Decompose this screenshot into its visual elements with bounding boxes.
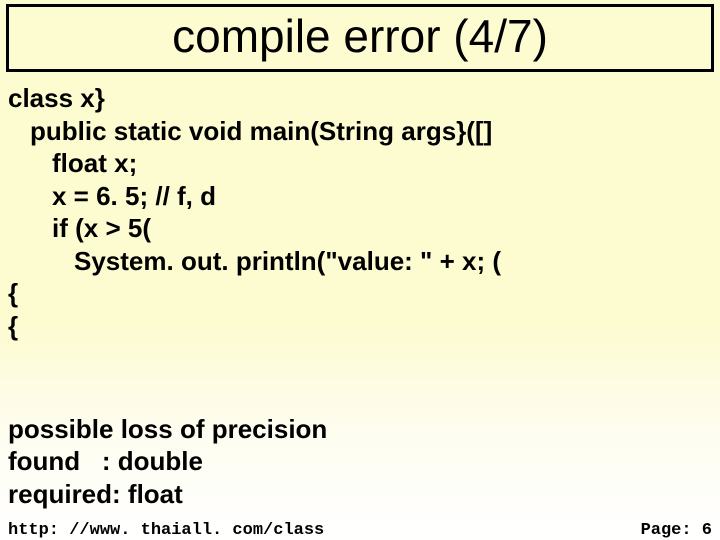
error-line: found : double (8, 445, 327, 478)
code-line: System. out. println("value: " + x; ( (8, 245, 720, 278)
slide-footer: http: //www. thaiall. com/class Page: 6 (8, 521, 712, 540)
code-line: public static void main(String args}([] (8, 115, 720, 148)
code-line: if (x > 5( (8, 212, 720, 245)
footer-url: http: //www. thaiall. com/class (8, 521, 324, 540)
slide-title: compile error (4/7) (172, 10, 548, 62)
code-block: class x} public static void main(String … (0, 82, 720, 342)
code-line: { (8, 277, 720, 310)
code-line: class x} (8, 82, 720, 115)
code-line: { (8, 310, 720, 343)
error-line: required: float (8, 478, 327, 511)
error-line: possible loss of precision (8, 413, 327, 446)
code-line: x = 6. 5; // f, d (8, 180, 720, 213)
error-message-block: possible loss of precision found : doubl… (8, 413, 327, 511)
code-line: float x; (8, 147, 720, 180)
footer-page: Page: 6 (641, 521, 712, 540)
slide-title-box: compile error (4/7) (6, 4, 714, 72)
